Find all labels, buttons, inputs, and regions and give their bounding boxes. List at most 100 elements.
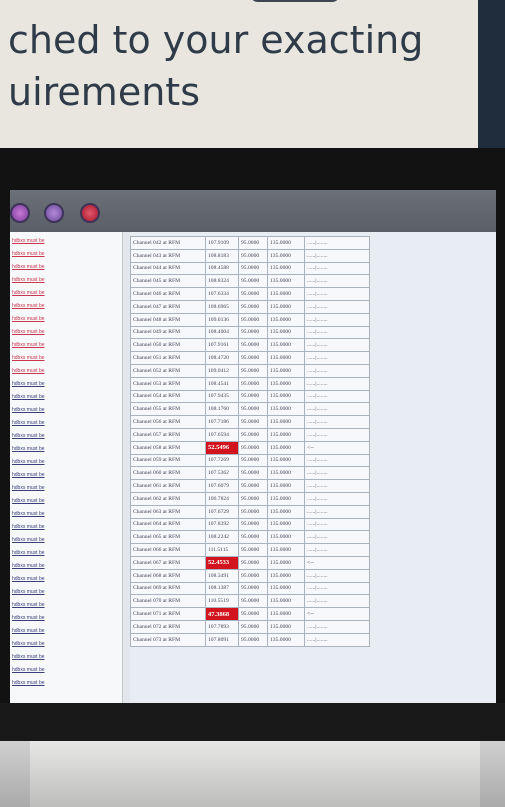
table-cell: 135.0000 (267, 594, 305, 609)
table-cell: 135.0000 (267, 568, 305, 583)
table-row[interactable]: Channel 069 at RFM 108.1387 95.0000 135.000… (130, 581, 370, 596)
left-list-item[interactable]: hdbxs must be (12, 446, 45, 452)
left-list-item[interactable]: hdbxs must be (12, 342, 45, 348)
results-table-area: Channel 042 at RFM 107.9109 95.0000 135.000… (130, 232, 496, 705)
table-row[interactable]: Channel 055 at RFM 108.1760 95.0000 135.000… (130, 402, 370, 417)
left-list-item[interactable]: hdbxs must be (12, 238, 45, 244)
left-list-item[interactable]: hdbxs must be (12, 615, 45, 621)
table-row[interactable]: Channel 043 at RFM 108.8183 95.0000 135.000… (130, 248, 370, 263)
table-row[interactable]: Channel 063 at RFM 107.6729 95.0000 135.000… (130, 504, 370, 519)
table-cell: 95.0000 (238, 427, 268, 442)
left-list-item[interactable]: hdbxs must be (12, 667, 45, 673)
table-row[interactable]: Channel 048 at RFM 109.0136 95.0000 135.000… (130, 312, 370, 327)
left-list-item[interactable]: hdbxs must be (12, 368, 45, 374)
left-list-item[interactable]: hdbxs must be (12, 355, 45, 361)
monitor-stand (30, 741, 480, 807)
table-cell: Channel 065 at RFM (130, 530, 206, 545)
left-list-item[interactable]: hdbxs must be (12, 576, 45, 582)
table-row[interactable]: Channel 054 at RFM 107.9435 95.0000 135.000… (130, 389, 370, 404)
table-row[interactable]: Channel 071 at RFM 47.3868 95.0000 135.0000… (130, 607, 370, 621)
table-row[interactable]: Channel 066 at RFM 111.5115 95.0000 135.000… (130, 543, 370, 557)
table-cell: Channel 066 at RFM (130, 543, 206, 557)
left-list-item[interactable]: hdbxs must be (12, 498, 45, 504)
vertical-scrollbar[interactable] (122, 232, 130, 705)
table-row[interactable]: Channel 059 at RFM 107.7269 95.0000 135.000… (130, 453, 370, 468)
left-list-item[interactable]: hdbxs must be (12, 680, 45, 686)
table-cell: 95.0000 (238, 555, 268, 570)
left-list-item[interactable]: hdbxs must be (12, 485, 45, 491)
left-list-item[interactable]: hdbxs must be (12, 433, 45, 439)
left-list-item[interactable]: hdbxs must be (12, 407, 45, 413)
table-row[interactable]: Channel 049 at RFM 108.4004 95.0000 135.000… (130, 325, 370, 340)
main-content: hdbxs must be hdbxs must be hdbxs must be h… (10, 232, 496, 705)
left-list-item[interactable]: hdbxs must be (12, 602, 45, 608)
table-row[interactable]: Channel 042 at RFM 107.9109 95.0000 135.000… (130, 236, 370, 250)
left-list-item[interactable]: hdbxs must be (12, 472, 45, 478)
left-list-item[interactable]: hdbxs must be (12, 264, 45, 270)
left-list-item[interactable]: hdbxs must be (12, 563, 45, 569)
table-row[interactable]: Channel 068 at RFM 108.3491 95.0000 135.000… (130, 568, 370, 583)
table-cell: Channel 062 at RFM (130, 491, 206, 506)
table-cell: 95.0000 (238, 607, 268, 621)
left-list-item[interactable]: hdbxs must be (12, 303, 45, 309)
left-list-item[interactable]: hdbxs must be (12, 511, 45, 517)
table-cell: 95.0000 (238, 325, 268, 340)
table-row[interactable]: Channel 070 at RFM 110.5519 95.0000 135.000… (130, 594, 370, 609)
table-cell: 135.0000 (267, 312, 305, 327)
table-row[interactable]: Channel 051 at RFM 108.4720 95.0000 135.000… (130, 351, 370, 365)
left-list-item[interactable]: hdbxs must be (12, 251, 45, 257)
table-row[interactable]: Channel 060 at RFM 107.5362 95.0000 135.000… (130, 466, 370, 481)
table-row[interactable]: Channel 072 at RFM 107.7893 95.0000 135.000… (130, 619, 370, 634)
left-list-item[interactable]: hdbxs must be (12, 381, 45, 387)
table-row[interactable]: Channel 058 at RFM 52.5496 95.0000 135.0000… (130, 440, 370, 455)
table-cell: ......|........ (304, 581, 370, 596)
table-row[interactable]: Channel 064 at RFM 107.8392 95.0000 135.000… (130, 517, 370, 532)
table-row[interactable]: Channel 057 at RFM 107.6594 95.0000 135.000… (130, 427, 370, 442)
table-row[interactable]: Channel 047 at RFM 108.6965 95.0000 135.000… (130, 299, 370, 314)
left-list-item[interactable]: hdbxs must be (12, 290, 45, 296)
table-row[interactable]: Channel 052 at RFM 109.0412 95.0000 135.000… (130, 363, 370, 378)
record-button[interactable] (10, 203, 30, 223)
table-cell: Channel 045 at RFM (130, 274, 206, 289)
table-row[interactable]: Channel 050 at RFM 107.9161 95.0000 135.000… (130, 338, 370, 353)
left-list-item[interactable]: hdbxs must be (12, 628, 45, 634)
table-row[interactable]: Channel 045 at RFM 108.8324 95.0000 135.000… (130, 274, 370, 289)
left-list-item[interactable]: hdbxs must be (12, 277, 45, 283)
left-list: hdbxs must be hdbxs must be hdbxs must be h… (10, 232, 122, 705)
table-cell: ......|........ (304, 236, 370, 250)
poster: ched to your exacting uirements (0, 0, 490, 150)
left-list-item[interactable]: hdbxs must be (12, 420, 45, 426)
table-row[interactable]: Channel 044 at RFM 108.4588 95.0000 135.000… (130, 261, 370, 276)
table-row[interactable]: Channel 065 at RFM 108.2242 95.0000 135.000… (130, 530, 370, 545)
table-cell: 95.0000 (238, 248, 268, 263)
table-cell: 135.0000 (267, 338, 305, 353)
table-cell: 108.1387 (205, 581, 239, 596)
table-cell: Channel 068 at RFM (130, 568, 206, 583)
table-cell: 95.0000 (238, 568, 268, 583)
left-list-item[interactable]: hdbxs must be (12, 550, 45, 556)
table-row[interactable]: Channel 061 at RFM 107.6079 95.0000 135.000… (130, 479, 370, 493)
table-cell: Channel 069 at RFM (130, 581, 206, 596)
table-cell: 107.6334 (205, 287, 239, 301)
left-list-item[interactable]: hdbxs must be (12, 329, 45, 335)
left-list-item[interactable]: hdbxs must be (12, 589, 45, 595)
left-list-item[interactable]: hdbxs must be (12, 654, 45, 660)
home-button[interactable] (80, 203, 100, 223)
table-cell: 135.0000 (267, 543, 305, 557)
table-row[interactable]: Channel 046 at RFM 107.6334 95.0000 135.000… (130, 287, 370, 301)
left-list-item[interactable]: hdbxs must be (12, 316, 45, 322)
table-row[interactable]: Channel 053 at RFM 108.4541 95.0000 135.000… (130, 376, 370, 391)
table-cell: Channel 073 at RFM (130, 632, 206, 647)
left-list-item[interactable]: hdbxs must be (12, 524, 45, 530)
left-list-item[interactable]: hdbxs must be (12, 394, 45, 400)
left-list-item[interactable]: hdbxs must be (12, 641, 45, 647)
table-row[interactable]: Channel 062 at RFM 106.7824 95.0000 135.000… (130, 491, 370, 506)
table-row[interactable]: Channel 073 at RFM 107.8091 95.0000 135.000… (130, 632, 370, 647)
table-row[interactable]: Channel 067 at RFM 52.4533 95.0000 135.0000… (130, 555, 370, 570)
left-list-item[interactable]: hdbxs must be (12, 537, 45, 543)
left-list-item[interactable]: hdbxs must be (12, 459, 45, 465)
poster-top-shape (250, 0, 340, 2)
user-button[interactable] (44, 203, 64, 223)
table-row[interactable]: Channel 056 at RFM 107.7186 95.0000 135.000… (130, 415, 370, 429)
table-cell: 47.3868 (205, 607, 239, 621)
